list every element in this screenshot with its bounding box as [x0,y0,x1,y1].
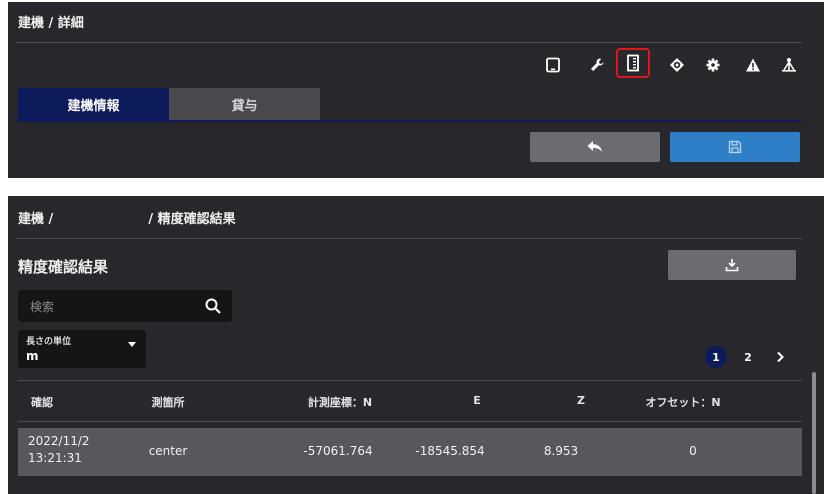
search-input[interactable] [28,296,192,318]
wrench-icon[interactable] [586,54,608,76]
download-icon [725,259,739,272]
tablet-icon[interactable] [542,54,564,76]
divider [16,42,802,43]
column-header: 測箇所 [151,396,185,409]
table-row[interactable]: 2022/11/2 13:21:31 center -57061.764 -18… [18,428,802,476]
row-time: 13:21:31 [28,451,82,465]
floppy-disk-icon [728,140,742,154]
chevron-right-icon [777,351,784,363]
row-location: center [148,444,188,458]
row-offset-n: 0 [689,444,697,458]
survey-icon[interactable] [778,54,800,76]
breadcrumb: 建機 / 詳細 [18,16,84,31]
row-z: 8.953 [543,444,579,458]
row-n: -57061.764 [303,444,373,458]
tab-underline [18,120,802,122]
column-header: E [473,394,481,407]
next-page-button[interactable] [769,346,791,368]
column-header: オフセット：N [645,396,721,409]
vertical-scrollbar[interactable] [812,372,816,494]
column-header: 計測座標：N [307,396,373,409]
column-header: Z [577,394,585,407]
gear-icon[interactable] [702,54,724,76]
document-ruler-icon[interactable] [616,48,650,78]
page-1-button[interactable]: 1 [705,346,727,368]
chevron-down-icon [128,342,136,347]
save-button[interactable] [670,132,800,162]
search-icon[interactable] [204,297,222,315]
accuracy-result-panel: 建機 / / 精度確認結果 精度確認結果 長さの単位 m 1 2 確認 測箇所 … [8,196,824,494]
tab-machine-info[interactable]: 建機情報 [18,88,169,120]
divider [16,238,802,239]
length-unit-label: 長さの単位 [26,337,72,347]
reply-arrow-icon [587,141,602,152]
page-title: 精度確認結果 [18,258,109,276]
row-e: -18545.854 [415,444,485,458]
warning-icon[interactable] [742,54,764,76]
row-date: 2022/11/2 [28,434,90,448]
page-2-button[interactable]: 2 [737,346,759,368]
length-unit-value: m [26,349,39,363]
target-icon[interactable] [666,54,688,76]
tab-rental[interactable]: 貸与 [169,88,320,120]
breadcrumb: 建機 / / 精度確認結果 [18,212,236,227]
table-header: 確認 測箇所 計測座標：N E Z オフセット：N [18,380,802,422]
column-header: 確認 [31,396,53,409]
length-unit-select[interactable]: 長さの単位 m [18,330,146,368]
machine-detail-panel: 建機 / 詳細 建機情報 貸与 [8,2,824,178]
back-button[interactable] [530,132,660,162]
download-button[interactable] [668,250,796,280]
search-box [18,290,232,322]
